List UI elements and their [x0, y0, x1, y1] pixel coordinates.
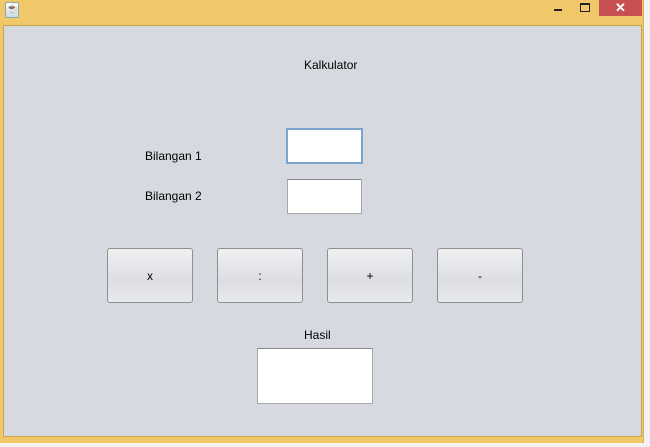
content-panel: Kalkulator Bilangan 1 Bilangan 2 x : + -… [3, 25, 642, 437]
bilangan1-label: Bilangan 1 [145, 149, 202, 163]
minimize-button[interactable] [545, 0, 571, 16]
close-icon: ✕ [615, 0, 626, 15]
app-window: ☕ ✕ Kalkulator Bilangan 1 Bilangan 2 x :… [0, 0, 644, 443]
bilangan1-input[interactable] [286, 128, 363, 164]
divide-button[interactable]: : [217, 248, 303, 303]
title-bar[interactable]: ☕ ✕ [0, 0, 643, 25]
maximize-button[interactable] [572, 0, 598, 16]
bilangan2-label: Bilangan 2 [145, 189, 202, 203]
bilangan2-input[interactable] [287, 179, 362, 214]
add-button[interactable]: + [327, 248, 413, 303]
java-icon[interactable]: ☕ [5, 2, 19, 18]
minimize-icon [554, 9, 562, 11]
hasil-output[interactable] [257, 348, 373, 404]
hasil-label: Hasil [304, 328, 331, 342]
maximize-icon [580, 3, 590, 12]
close-button[interactable]: ✕ [599, 0, 642, 16]
multiply-button[interactable]: x [107, 248, 193, 303]
subtract-button[interactable]: - [437, 248, 523, 303]
page-title: Kalkulator [304, 58, 358, 72]
